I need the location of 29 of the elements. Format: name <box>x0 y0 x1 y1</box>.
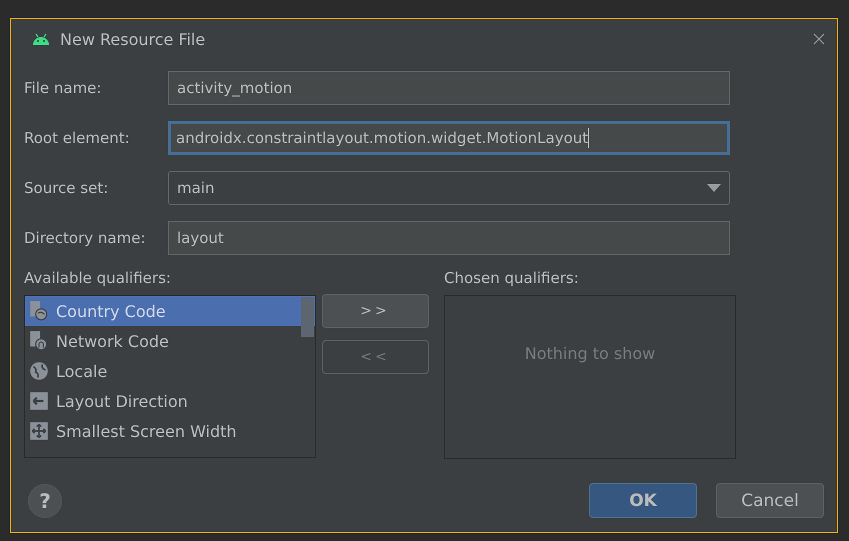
qualifier-icon <box>28 420 50 442</box>
input-field[interactable]: androidx.constraintlayout.motion.widget.MotionLayout <box>168 121 730 155</box>
qualifier-item[interactable]: Layout Direction <box>25 386 315 416</box>
qualifier-item[interactable]: Locale <box>25 356 315 386</box>
input-field[interactable]: activity_motion <box>168 71 730 105</box>
scrollbar[interactable] <box>301 297 314 337</box>
close-icon[interactable] <box>812 32 826 46</box>
field-label: Source set: <box>24 179 110 197</box>
qualifier-item[interactable]: Network Code <box>25 326 315 356</box>
qualifier-item[interactable]: Smallest Screen Width <box>25 416 315 446</box>
field-label: Root element: <box>24 129 131 147</box>
qualifier-icon <box>28 360 50 382</box>
qualifier-icon <box>28 300 50 322</box>
empty-text: Nothing to show <box>524 344 656 363</box>
chosen-qualifiers-label: Chosen qualifiers: <box>444 269 580 287</box>
help-button[interactable]: ? <box>28 484 62 518</box>
window-title: New Resource File <box>60 30 206 48</box>
field-label: Directory name: <box>24 229 146 247</box>
input-field[interactable]: layout <box>168 221 730 255</box>
ok-button[interactable]: OK <box>589 483 697 518</box>
qualifier-item[interactable]: Country Code <box>25 296 315 326</box>
dropdown[interactable]: main <box>168 171 730 205</box>
android-icon <box>32 33 50 45</box>
cancel-button[interactable]: Cancel <box>716 483 824 518</box>
field-label: File name: <box>24 79 102 97</box>
add-button[interactable]: >> <box>322 294 428 328</box>
caret-icon <box>707 184 721 192</box>
available-qualifiers-label: Available qualifiers: <box>24 269 172 287</box>
qualifier-icon <box>28 390 50 412</box>
